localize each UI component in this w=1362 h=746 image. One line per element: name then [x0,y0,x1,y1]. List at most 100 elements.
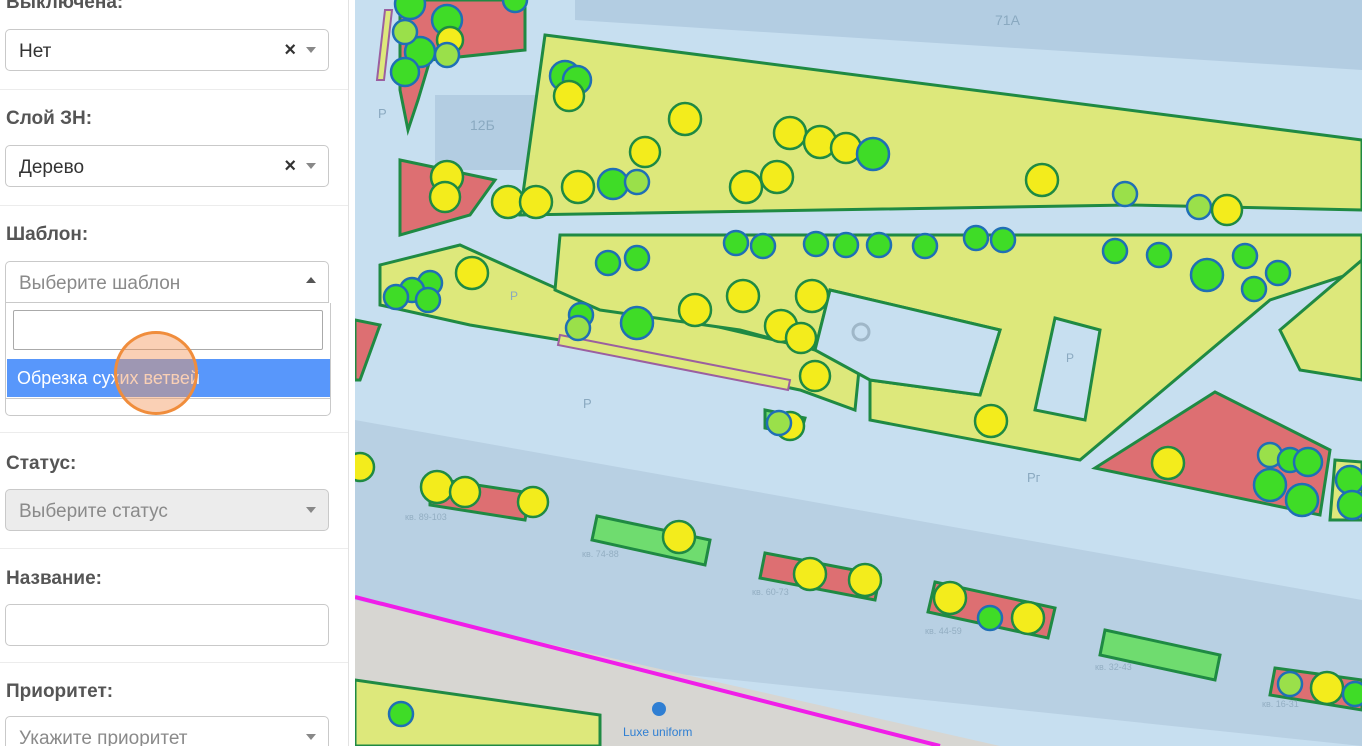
tree-marker[interactable] [1284,482,1320,518]
tree-marker[interactable] [1240,275,1268,303]
tree-marker[interactable] [391,18,419,46]
tree-marker[interactable] [911,232,939,260]
tree-marker[interactable] [594,249,622,277]
status-select[interactable]: Выберите статус [5,489,329,531]
tree-marker[interactable] [355,451,376,483]
tree-marker[interactable] [661,519,697,555]
layer-select[interactable]: Дерево × [5,145,329,187]
tree-marker[interactable] [419,469,455,505]
tree-marker[interactable] [749,232,777,260]
chevron-up-icon[interactable] [306,277,316,283]
tree-marker[interactable] [564,314,592,342]
address-label: кв. 74-88 [582,549,619,559]
divider [0,548,348,549]
tree-marker[interactable] [1309,670,1345,706]
tree-marker[interactable] [518,184,554,220]
tree-marker[interactable] [428,180,462,214]
tree-marker[interactable] [1145,241,1173,269]
clear-icon[interactable]: × [284,39,296,62]
tree-marker[interactable] [1150,445,1186,481]
clear-icon[interactable]: × [284,155,296,178]
map-canvas[interactable]: 71А 12Б Р Р Р Р Рг кв. 89-103 кв. 74-88 … [355,0,1362,746]
template-select[interactable]: Выберите шаблон [5,261,329,303]
tree-marker[interactable] [552,79,586,113]
tree-marker[interactable] [387,700,415,728]
tree-marker[interactable] [596,167,630,201]
tree-marker[interactable] [382,283,410,311]
tree-marker[interactable] [976,604,1004,632]
tree-marker[interactable] [667,101,703,137]
tree-marker[interactable] [1292,446,1324,478]
building-label: Р [378,106,387,121]
building-label: Р [1066,351,1074,365]
tree-marker[interactable] [1336,489,1362,521]
template-placeholder: Выберите шаблон [19,273,181,294]
tree-marker[interactable] [560,169,596,205]
tree-marker[interactable] [623,168,651,196]
tree-marker[interactable] [414,286,442,314]
chevron-down-icon[interactable] [306,507,316,513]
tree-marker[interactable] [1010,600,1046,636]
name-label: Название: [6,568,103,589]
tree-marker[interactable] [448,475,482,509]
tree-marker[interactable] [784,321,818,355]
tree-marker[interactable] [989,226,1017,254]
tree-marker[interactable] [1341,680,1362,708]
tree-marker[interactable] [832,231,860,259]
tree-marker[interactable] [1231,242,1259,270]
tree-marker[interactable] [855,136,891,172]
disabled-label: Выключена: [6,0,124,13]
priority-placeholder: Укажите приоритет [19,728,188,746]
template-label: Шаблон: [6,224,89,245]
tree-marker[interactable] [798,359,832,393]
tree-marker[interactable] [1334,464,1362,496]
tree-marker[interactable] [802,230,830,258]
tree-marker[interactable] [932,580,968,616]
tree-marker[interactable] [728,169,764,205]
tree-marker[interactable] [433,41,461,69]
divider [0,205,348,206]
tree-marker[interactable] [973,403,1009,439]
tree-marker[interactable] [792,556,828,592]
tree-marker[interactable] [1264,259,1292,287]
building-label: 12Б [470,117,495,133]
chevron-down-icon[interactable] [306,163,316,169]
tree-marker[interactable] [454,255,490,291]
tree-marker[interactable] [623,244,651,272]
tree-marker[interactable] [677,292,713,328]
tree-marker[interactable] [962,224,990,252]
shop-icon[interactable] [652,702,666,716]
tree-marker[interactable] [393,0,427,21]
tree-marker[interactable] [516,485,550,519]
tree-marker[interactable] [1252,467,1288,503]
tree-marker[interactable] [619,305,655,341]
tree-marker[interactable] [1189,257,1225,293]
tree-marker[interactable] [722,229,750,257]
tree-marker[interactable] [865,231,893,259]
tree-marker[interactable] [389,56,421,88]
tree-marker[interactable] [1210,193,1244,227]
tree-marker[interactable] [628,135,662,169]
address-label: кв. 16-31 [1262,699,1299,709]
bench [375,9,394,81]
chevron-down-icon[interactable] [306,734,316,740]
map-view[interactable]: 71А 12Б Р Р Р Р Рг кв. 89-103 кв. 74-88 … [355,0,1362,746]
disabled-select[interactable]: Нет × [5,29,329,71]
tree-marker[interactable] [772,115,808,151]
tree-marker[interactable] [501,0,529,14]
tree-marker[interactable] [1276,670,1304,698]
tree-marker[interactable] [765,409,793,437]
divider [0,662,348,663]
tree-marker[interactable] [1101,237,1129,265]
tree-marker[interactable] [725,278,761,314]
name-input[interactable] [5,604,329,646]
tree-marker[interactable] [847,562,883,598]
tree-marker[interactable] [794,278,830,314]
chevron-down-icon[interactable] [306,47,316,53]
tree-marker[interactable] [1024,162,1060,198]
tree-marker[interactable] [1185,193,1213,221]
priority-select[interactable]: Укажите приоритет [5,716,329,746]
address-label: кв. 32-43 [1095,662,1132,672]
tree-marker[interactable] [759,159,795,195]
tree-marker[interactable] [1111,180,1139,208]
